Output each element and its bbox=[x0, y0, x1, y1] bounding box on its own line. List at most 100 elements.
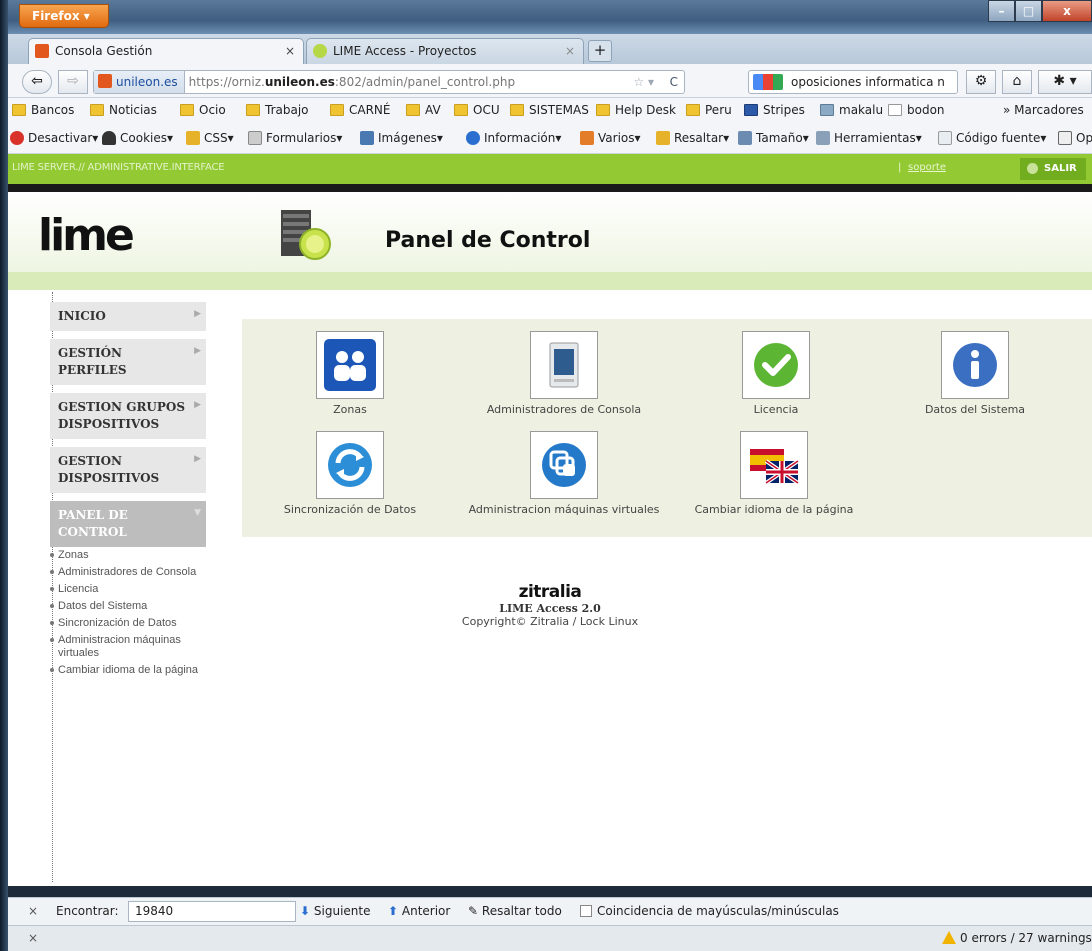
dev-info[interactable]: Información▾ bbox=[466, 131, 561, 145]
reload-icon[interactable]: C bbox=[670, 71, 678, 93]
bookmark-noticias[interactable]: Noticias bbox=[90, 103, 157, 117]
bookmark-bodon[interactable]: bodon bbox=[888, 103, 945, 117]
app-top-bar-text: LIME SERVER.// ADMINISTRATIVE.INTERFACE bbox=[12, 162, 225, 173]
tab-close-icon[interactable]: × bbox=[285, 44, 295, 58]
virtual-machine-icon bbox=[530, 431, 598, 499]
bookmark-av[interactable]: AV bbox=[406, 103, 441, 117]
panel-item-cambiar-idioma[interactable]: Cambiar idioma de la página bbox=[674, 431, 874, 516]
highlighter-icon: ✎ bbox=[468, 904, 479, 918]
match-case-checkbox[interactable]: Coincidencia de mayúsculas/minúsculas bbox=[580, 904, 839, 918]
dev-outline[interactable]: Resaltar▾ bbox=[656, 131, 729, 145]
dev-tools[interactable]: Herramientas▾ bbox=[816, 131, 922, 145]
dev-css[interactable]: CSS▾ bbox=[186, 131, 234, 145]
forward-button[interactable]: ⇨ bbox=[58, 70, 88, 94]
tab-consola-gestion[interactable]: Consola Gestión × bbox=[28, 38, 304, 64]
user-icon bbox=[102, 131, 116, 145]
sidebar-item-gestion-perfiles[interactable]: GESTIÓN PERFILES ▶ bbox=[50, 339, 206, 385]
folder-icon bbox=[510, 104, 524, 116]
app-header: lime Panel de Control bbox=[8, 192, 1092, 272]
info-icon bbox=[466, 131, 480, 145]
dev-options[interactable]: Opc bbox=[1058, 131, 1092, 145]
home-icon[interactable]: ⌂ bbox=[1002, 70, 1032, 94]
arrow-down-icon: ⬇ bbox=[300, 904, 311, 918]
logout-button[interactable]: SALIR bbox=[1020, 158, 1086, 180]
find-next-button[interactable]: ⬇ Siguiente bbox=[300, 904, 370, 918]
search-box[interactable]: oposiciones informatica n bbox=[748, 70, 958, 94]
dev-misc[interactable]: Varios▾ bbox=[580, 131, 641, 145]
tools-icon bbox=[816, 131, 830, 145]
sidebar-item-gestion-grupos[interactable]: GESTION GRUPOS DISPOSITIVOS ▶ bbox=[50, 393, 206, 439]
folder-icon bbox=[596, 104, 610, 116]
panel-item-datos-sistema[interactable]: Datos del Sistema bbox=[900, 331, 1050, 416]
sublink-cambiar-idioma[interactable]: Cambiar idioma de la página bbox=[50, 664, 210, 677]
checkmark-icon bbox=[742, 331, 810, 399]
lime-logo[interactable]: lime bbox=[38, 210, 135, 261]
bookmark-trabajo[interactable]: Trabajo bbox=[246, 103, 309, 117]
bookmark-peru[interactable]: Peru bbox=[686, 103, 732, 117]
find-input[interactable]: 19840 bbox=[128, 901, 296, 922]
tab-close-icon[interactable]: × bbox=[565, 44, 575, 58]
dev-resize[interactable]: Tamaño▾ bbox=[738, 131, 809, 145]
panel-item-licencia[interactable]: Licencia bbox=[706, 331, 846, 416]
web-developer-toolbar: Desactivar▾ Cookies▾ CSS▾ Formularios▾ I… bbox=[8, 124, 1092, 154]
bookmark-star-icon[interactable]: ☆ ▾ bbox=[633, 71, 654, 93]
panel-item-administradores[interactable]: Administradores de Consola bbox=[464, 331, 664, 416]
panel-item-sincronizacion[interactable]: Sincronización de Datos bbox=[270, 431, 430, 516]
sublink-maquinas-virtuales[interactable]: Administracion máquinas virtuales bbox=[50, 634, 210, 660]
divider bbox=[8, 184, 1092, 192]
bookmark-ocio[interactable]: Ocio bbox=[180, 103, 226, 117]
support-link[interactable]: soporte bbox=[908, 162, 946, 173]
options-icon bbox=[1058, 131, 1072, 145]
dev-forms[interactable]: Formularios▾ bbox=[248, 131, 342, 145]
settings-gear-icon[interactable]: ⚙ bbox=[966, 70, 996, 94]
close-window-button[interactable]: x bbox=[1042, 0, 1092, 22]
firefox-menu-button[interactable]: Firefox ▾ bbox=[19, 4, 109, 28]
panel-item-maquinas-virtuales[interactable]: Administracion máquinas virtuales bbox=[464, 431, 664, 516]
find-close-icon[interactable]: × bbox=[28, 904, 38, 918]
bookmark-help-desk[interactable]: Help Desk bbox=[596, 103, 676, 117]
folder-icon bbox=[330, 104, 344, 116]
bookmark-makalu[interactable]: makalu bbox=[820, 103, 883, 117]
app-top-bar: LIME SERVER.// ADMINISTRATIVE.INTERFACE … bbox=[8, 154, 1092, 184]
sidebar-item-panel-control[interactable]: PANEL DE CONTROL ▼ bbox=[50, 501, 206, 547]
addon-button[interactable]: ✱ ▾ bbox=[1038, 70, 1092, 94]
sublink-zonas[interactable]: Zonas bbox=[50, 549, 210, 562]
image-icon bbox=[820, 104, 834, 116]
page-icon bbox=[888, 104, 902, 116]
bookmark-ocu[interactable]: OCU bbox=[454, 103, 500, 117]
folder-icon bbox=[246, 104, 260, 116]
close-circle-icon bbox=[1027, 163, 1038, 174]
page-footer: zitralia LIME Access 2.0 Copyright© Zitr… bbox=[8, 582, 1092, 628]
bookmark-sistemas[interactable]: SISTEMAS bbox=[510, 103, 589, 117]
copyright: Copyright© Zitralia / Lock Linux bbox=[461, 615, 639, 628]
dev-disable[interactable]: Desactivar▾ bbox=[10, 131, 98, 145]
arrow-up-icon: ⬆ bbox=[388, 904, 399, 918]
minimize-button[interactable]: – bbox=[988, 0, 1015, 22]
panel-item-zonas[interactable]: Zonas bbox=[280, 331, 420, 416]
users-icon bbox=[316, 331, 384, 399]
tab-lime-access[interactable]: LIME Access - Proyectos × bbox=[306, 38, 584, 64]
picture-icon bbox=[360, 131, 374, 145]
find-previous-button[interactable]: ⬆ Anterior bbox=[388, 904, 450, 918]
bookmarks-menu[interactable]: » Marcadores bbox=[1003, 103, 1084, 117]
status-close-icon[interactable]: × bbox=[28, 931, 38, 945]
sublink-administradores[interactable]: Administradores de Consola bbox=[50, 566, 210, 579]
url-bar[interactable]: unileon.es https://orniz.unileon.es:802/a… bbox=[93, 70, 685, 94]
dev-images[interactable]: Imágenes▾ bbox=[360, 131, 443, 145]
maximize-button[interactable]: □ bbox=[1015, 0, 1042, 22]
new-tab-button[interactable]: + bbox=[588, 40, 612, 62]
site-identity[interactable]: unileon.es bbox=[94, 71, 185, 93]
dev-cookies[interactable]: Cookies▾ bbox=[102, 131, 173, 145]
highlight-all-button[interactable]: ✎ Resaltar todo bbox=[468, 904, 562, 918]
bookmark-stripes[interactable]: Stripes bbox=[744, 103, 805, 117]
error-console-status[interactable]: 0 errors / 27 warnings bbox=[942, 931, 1092, 945]
bookmark-bancos[interactable]: Bancos bbox=[12, 103, 74, 117]
sidebar-item-gestion-dispositivos[interactable]: GESTION DISPOSITIVOS ▶ bbox=[50, 447, 206, 493]
navigation-bar: ⇦ ⇨ unileon.es https://orniz.unileon.es:8… bbox=[8, 64, 1092, 98]
dev-view-source[interactable]: Código fuente▾ bbox=[938, 131, 1046, 145]
back-button[interactable]: ⇦ bbox=[22, 70, 52, 94]
bookmark-carne[interactable]: CARNÉ bbox=[330, 103, 390, 117]
browser-window: Firefox ▾ – □ x Consola Gestión × LIME A… bbox=[8, 0, 1092, 951]
folder-icon bbox=[180, 104, 194, 116]
sidebar-item-inicio[interactable]: INICIO ▶ bbox=[50, 302, 206, 331]
